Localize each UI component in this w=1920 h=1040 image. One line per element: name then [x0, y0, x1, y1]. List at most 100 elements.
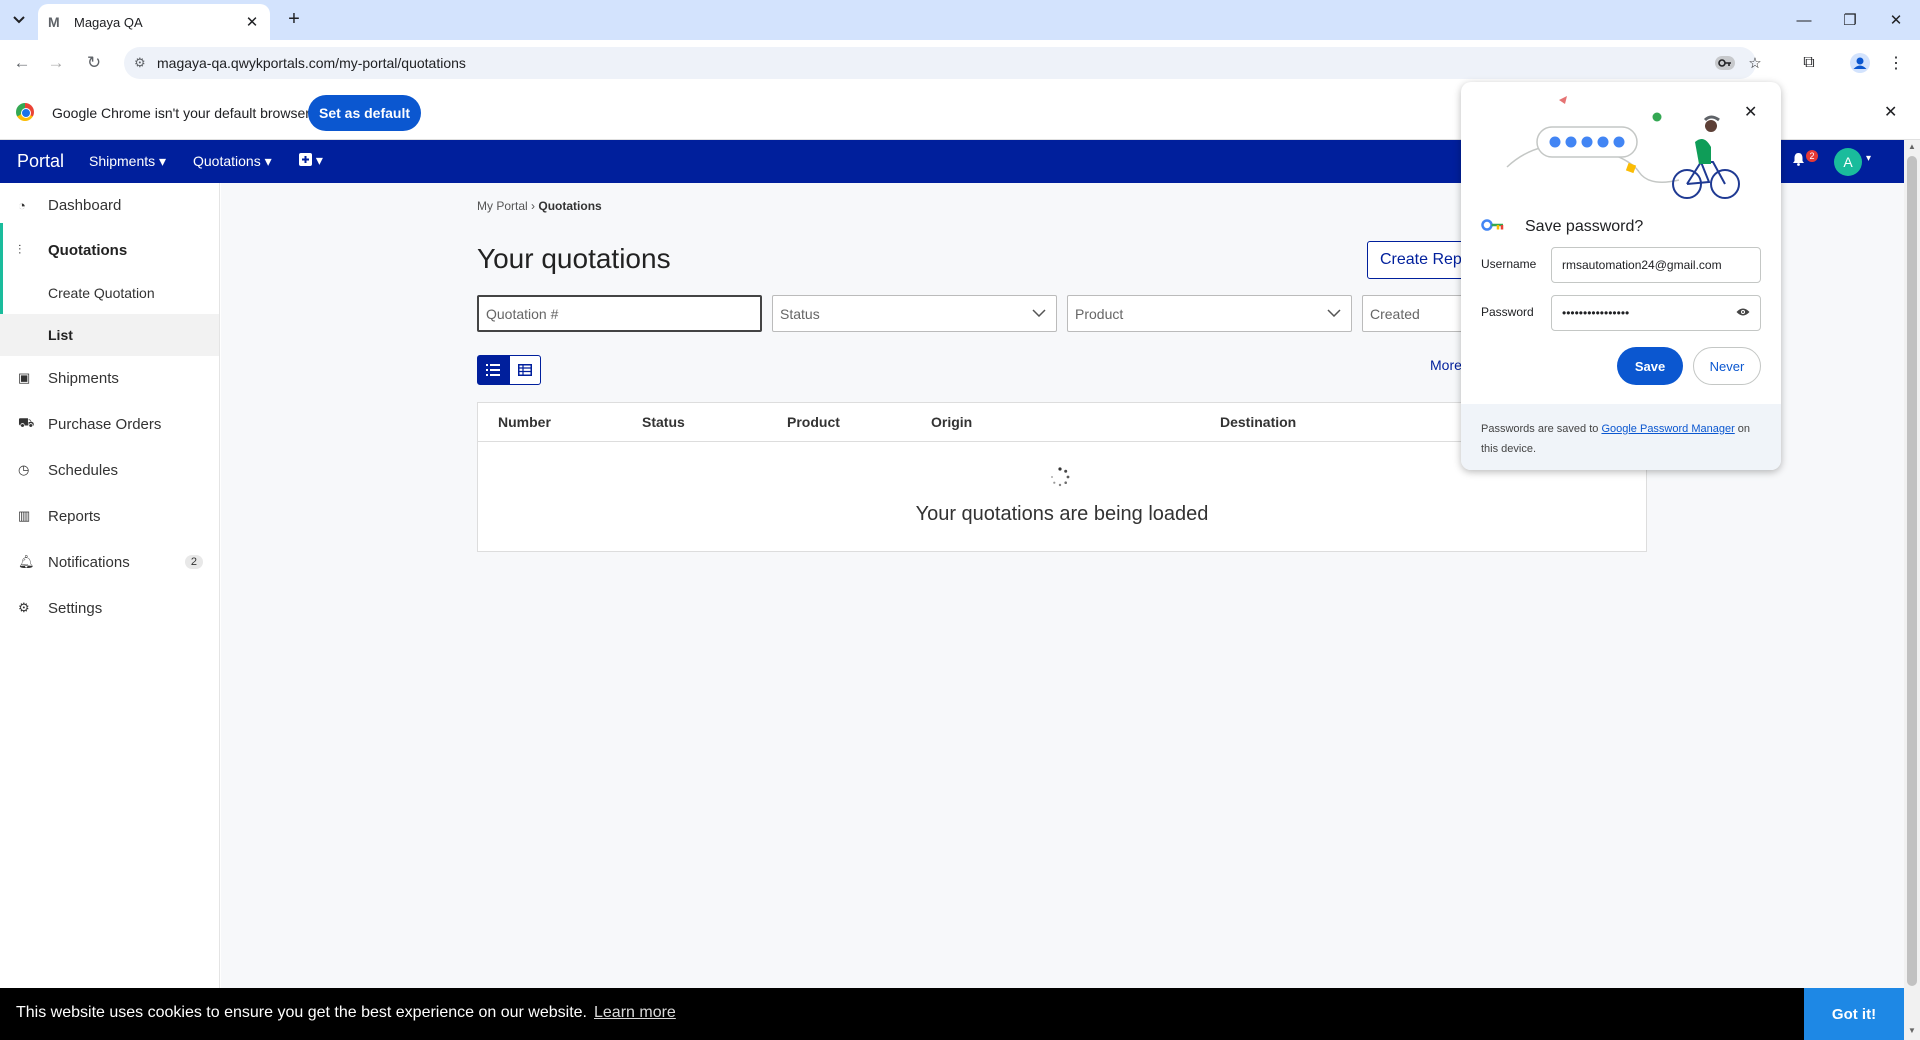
product-select-value: Product — [1075, 305, 1124, 322]
quotations-menu[interactable]: Quotations ▾ — [193, 153, 272, 170]
infobar-close-icon[interactable]: ✕ — [1884, 102, 1897, 122]
chevron-down-icon[interactable]: ▾ — [1866, 153, 1871, 164]
quick-add-menu[interactable]: ▾ — [299, 152, 323, 169]
notifications-count-badge: 2 — [184, 555, 203, 569]
page-scrollbar[interactable]: ▲ ▼ — [1904, 140, 1920, 1040]
site-info-icon[interactable]: ⚙ — [134, 55, 146, 71]
set-as-default-button[interactable]: Set as default — [308, 95, 421, 131]
close-tab-icon[interactable]: ✕ — [244, 13, 260, 31]
sidebar-item-list[interactable]: List — [0, 314, 219, 356]
notification-count-badge: 2 — [1806, 150, 1818, 162]
column-header-status[interactable]: Status — [642, 414, 685, 430]
column-header-number[interactable]: Number — [498, 414, 551, 430]
bell-icon[interactable] — [1792, 152, 1805, 169]
scroll-up-icon[interactable]: ▲ — [1908, 142, 1916, 151]
address-bar[interactable]: ⚙ magaya-qa.qwykportals.com/my-portal/qu… — [124, 47, 1762, 79]
breadcrumb: My Portal › Quotations — [477, 199, 602, 213]
chrome-menu-icon[interactable]: ⋮ — [1884, 51, 1908, 75]
sidebar-item-label: Reports — [48, 507, 101, 525]
sidebar-item-label: Purchase Orders — [48, 415, 162, 433]
extensions-icon[interactable]: ⧉ — [1797, 51, 1821, 75]
bookmark-star-icon[interactable]: ☆ — [1744, 53, 1766, 73]
password-manager-link[interactable]: Google Password Manager — [1601, 423, 1734, 435]
eye-icon[interactable] — [1736, 306, 1750, 320]
close-window-button[interactable]: ✕ — [1874, 0, 1918, 40]
grid-view-button[interactable] — [509, 355, 541, 385]
sidebar-item-purchase-orders[interactable]: ⛟ Purchase Orders — [0, 402, 219, 446]
minimize-button[interactable]: — — [1782, 0, 1826, 40]
sidebar-item-label: Settings — [48, 599, 103, 617]
portal-brand[interactable]: Portal — [17, 151, 64, 172]
sidebar-item-label: Notifications — [48, 553, 130, 571]
status-select-value: Status — [780, 305, 820, 322]
sidebar-item-create-quotation[interactable]: Create Quotation — [0, 272, 219, 314]
tab-strip: M Magaya QA ✕ + — ❐ ✕ — [0, 0, 1920, 40]
chevron-down-icon — [1032, 305, 1046, 320]
column-header-product[interactable]: Product — [787, 414, 840, 430]
sidebar-item-label: Shipments — [48, 369, 119, 387]
chrome-logo-icon — [16, 103, 34, 121]
sidebar-item-reports[interactable]: ▥ Reports — [0, 494, 219, 538]
learn-more-link[interactable]: Learn more — [594, 1004, 676, 1022]
magaya-favicon-icon: M — [48, 14, 60, 30]
sidebar-item-schedules[interactable]: ◷ Schedules — [0, 448, 219, 492]
forward-button[interactable]: → — [44, 51, 68, 75]
chevron-down-icon — [13, 16, 25, 24]
product-select[interactable]: Product — [1067, 295, 1352, 332]
breadcrumb-root[interactable]: My Portal — [477, 199, 528, 213]
dialog-title: Save password? — [1525, 218, 1644, 235]
table-grid-icon — [518, 364, 532, 376]
password-label: Password — [1481, 305, 1534, 319]
sidebar-item-shipments[interactable]: ▣ Shipments — [0, 356, 219, 400]
column-header-origin[interactable]: Origin — [931, 414, 972, 430]
shipments-menu[interactable]: Shipments ▾ — [89, 153, 166, 170]
gear-icon: ⚙ — [18, 600, 30, 615]
box-icon: ▣ — [18, 370, 31, 385]
never-save-button[interactable]: Never — [1693, 347, 1761, 385]
back-button[interactable]: ← — [10, 51, 34, 75]
quotation-number-input[interactable]: Quotation # — [477, 295, 762, 332]
sidebar-item-settings[interactable]: ⚙ Settings — [0, 586, 219, 630]
scroll-down-icon[interactable]: ▼ — [1908, 1026, 1916, 1035]
sidebar-item-quotations[interactable]: ⫶ Quotations — [0, 228, 219, 272]
cart-icon: ⛟ — [18, 415, 35, 430]
browser-toolbar: ← → ↻ ⚙ magaya-qa.qwykportals.com/my-por… — [0, 40, 1920, 86]
scrollbar-thumb[interactable] — [1907, 156, 1917, 986]
reload-button[interactable]: ↻ — [82, 51, 106, 75]
cookie-banner: This website uses cookies to ensure you … — [0, 988, 1904, 1040]
user-avatar[interactable]: A — [1834, 148, 1862, 176]
more-filters-link[interactable]: More — [1430, 357, 1462, 373]
save-password-button[interactable]: Save — [1617, 347, 1683, 385]
profile-icon[interactable] — [1848, 51, 1872, 75]
password-key-icon — [1481, 218, 1505, 234]
password-key-icon[interactable] — [1714, 53, 1736, 73]
list-view-button[interactable] — [477, 355, 509, 385]
bell-icon: 🔔︎ — [18, 554, 35, 569]
sidebar-item-dashboard[interactable]: ◔ Dashboard — [0, 183, 219, 227]
page-title: Your quotations — [477, 243, 671, 274]
browser-tab[interactable]: M Magaya QA ✕ — [38, 4, 270, 40]
infobar-message: Google Chrome isn't your default browser — [52, 105, 310, 121]
username-field[interactable]: rmsautomation24@gmail.com — [1551, 247, 1761, 283]
column-header-destination[interactable]: Destination — [1220, 414, 1296, 430]
got-it-button[interactable]: Got it! — [1804, 988, 1904, 1040]
footer-text-prefix: Passwords are saved to — [1481, 423, 1602, 435]
new-tab-button[interactable]: + — [282, 8, 306, 32]
cookie-message: This website uses cookies to ensure you … — [16, 1004, 587, 1021]
list-icon — [486, 364, 500, 376]
tab-search-button[interactable] — [8, 10, 30, 30]
loading-spinner-icon — [1051, 467, 1070, 487]
plus-square-icon — [299, 153, 312, 166]
restore-button[interactable]: ❐ — [1828, 0, 1872, 40]
sidebar-item-notifications[interactable]: 🔔︎ Notifications 2 — [0, 540, 219, 584]
shipments-menu-label: Shipments — [89, 153, 156, 169]
password-value: •••••••••••••••• — [1562, 306, 1630, 320]
close-icon[interactable]: ✕ — [1744, 102, 1757, 122]
clock-icon: ◷ — [18, 462, 30, 477]
status-select[interactable]: Status — [772, 295, 1057, 332]
sidebar: ◔ Dashboard ⫶ Quotations Create Quotatio… — [0, 183, 220, 988]
chevron-down-icon — [1327, 305, 1341, 320]
password-field[interactable]: •••••••••••••••• — [1551, 295, 1761, 331]
username-label: Username — [1481, 257, 1537, 271]
gauge-icon: ◔ — [18, 197, 26, 213]
